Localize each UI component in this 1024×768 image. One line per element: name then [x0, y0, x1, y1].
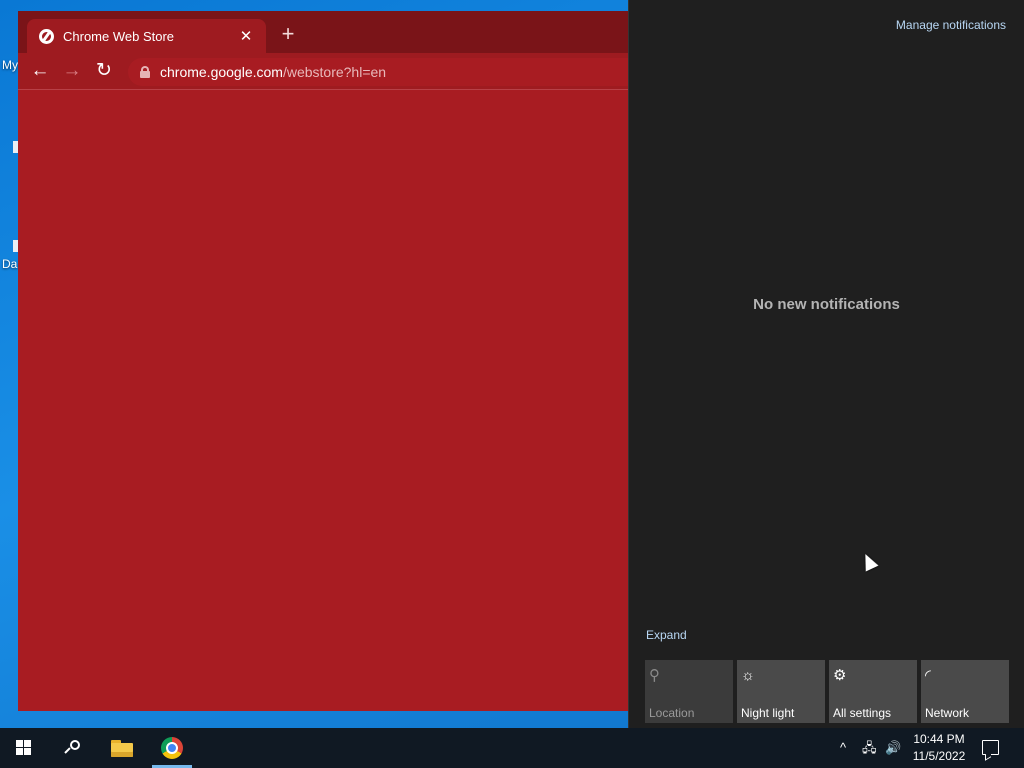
quick-action-night-light[interactable]: ☼ Night light — [737, 660, 825, 723]
windows-icon — [16, 740, 32, 756]
back-button[interactable]: ← — [27, 59, 53, 83]
browser-toolbar: ← → ↻ chrome.google.com/webstore?hl=en — [18, 53, 628, 90]
quick-action-location[interactable]: ⚲ Location — [645, 660, 733, 723]
manage-notifications-link[interactable]: Manage notifications — [896, 18, 1006, 32]
expand-link[interactable]: Expand — [646, 628, 687, 642]
address-bar[interactable]: chrome.google.com/webstore?hl=en — [128, 58, 628, 86]
tab-title: Chrome Web Store — [63, 28, 175, 44]
quick-action-all-settings[interactable]: ⚙ All settings — [829, 660, 917, 723]
quick-action-label: Night light — [741, 706, 795, 720]
url-host: chrome.google.com — [160, 64, 283, 80]
quick-action-network[interactable]: ◜ Network — [921, 660, 1009, 723]
url-text[interactable]: chrome.google.com/webstore?hl=en — [160, 64, 386, 80]
folder-icon — [111, 739, 133, 757]
night-light-icon: ☼ — [741, 667, 755, 684]
location-icon: ⚲ — [649, 667, 660, 684]
lock-icon[interactable] — [140, 66, 150, 78]
url-path: /webstore?hl=en — [282, 64, 387, 80]
search-button[interactable] — [48, 728, 96, 768]
taskbar-clock[interactable]: 10:44 PM 11/5/2022 — [905, 731, 973, 765]
action-center-icon[interactable] — [982, 740, 999, 755]
close-icon[interactable]: ✕ — [238, 27, 254, 45]
show-hidden-icons-chevron[interactable]: ^ — [840, 740, 846, 756]
network-status-icon[interactable]: 🖧 — [862, 740, 877, 756]
desktop-icon-label[interactable]: Da — [2, 257, 17, 271]
quick-action-label: All settings — [833, 706, 892, 720]
volume-icon[interactable]: 🔊 — [885, 740, 901, 756]
taskbar: ^ 🖧 🔊 10:44 PM 11/5/2022 — [0, 728, 1024, 768]
forward-button[interactable]: → — [59, 59, 85, 83]
taskbar-chrome[interactable] — [148, 728, 196, 768]
desktop-icon-label[interactable]: My — [2, 58, 18, 72]
quick-actions: ⚲ Location ☼ Night light ⚙ All settings … — [645, 660, 1009, 723]
globe-icon — [39, 28, 54, 44]
reload-button[interactable]: ↻ — [91, 59, 117, 83]
tab-chrome-web-store[interactable]: Chrome Web Store ✕ — [27, 19, 266, 53]
action-center: Manage notifications No new notification… — [628, 0, 1024, 728]
tab-strip: Chrome Web Store ✕ + — [18, 11, 628, 53]
taskbar-file-explorer[interactable] — [98, 728, 146, 768]
clock-date: 11/5/2022 — [912, 749, 966, 763]
quick-action-label: Location — [649, 706, 695, 720]
clock-time: 10:44 PM — [913, 732, 965, 746]
start-button[interactable] — [0, 728, 48, 768]
search-icon — [64, 740, 80, 756]
network-icon: ◜ — [925, 667, 931, 684]
gear-icon: ⚙ — [833, 667, 847, 684]
quick-action-label: Network — [925, 706, 970, 720]
chrome-window: Chrome Web Store ✕ + ← → ↻ chrome.google… — [18, 11, 628, 711]
chrome-icon — [161, 737, 183, 759]
empty-notifications-message: No new notifications — [753, 296, 900, 313]
new-tab-button[interactable]: + — [276, 23, 300, 47]
